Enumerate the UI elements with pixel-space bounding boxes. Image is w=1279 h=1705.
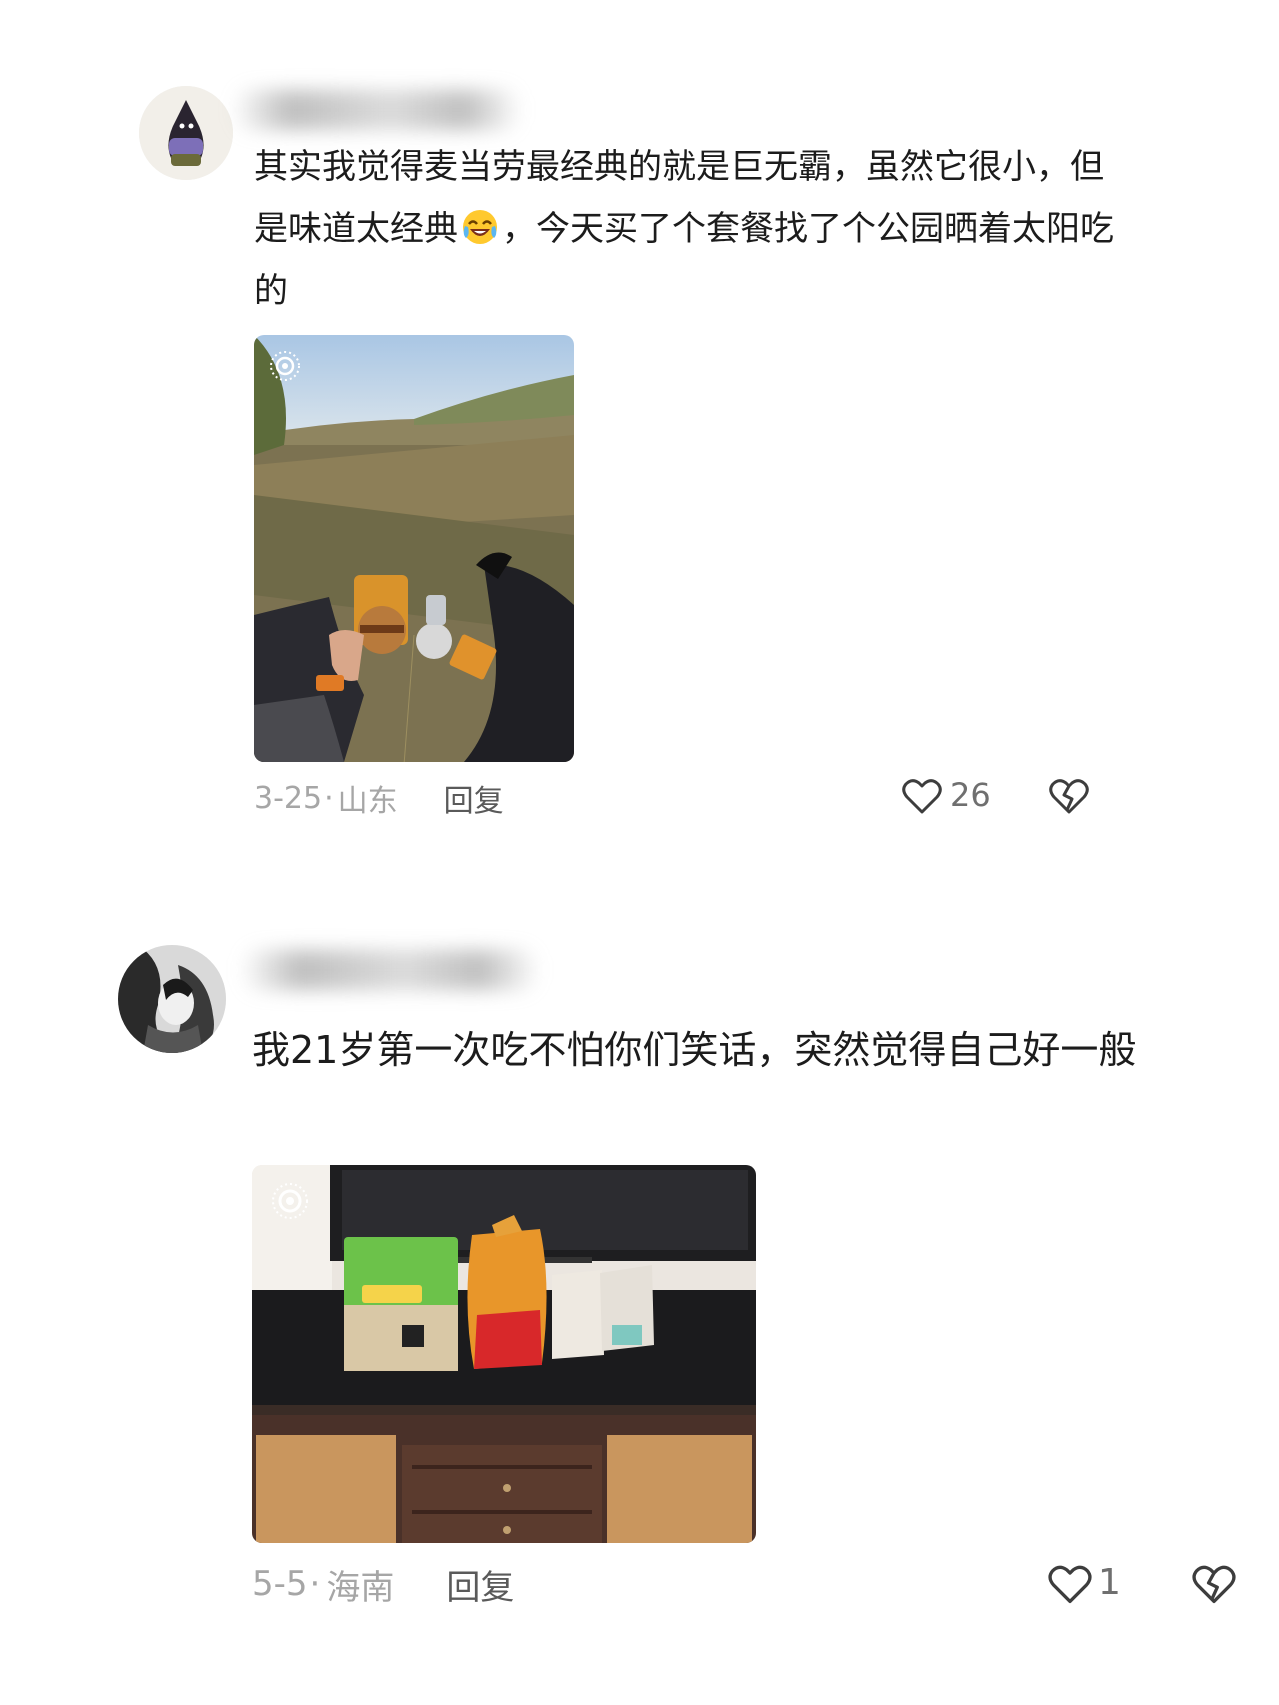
like-count: 1 [1098,1562,1121,1603]
avatar[interactable] [139,86,233,180]
heart-outline-icon [902,779,942,814]
comment-1: 其实我觉得麦当劳最经典的就是巨无霸，虽然它很小，但是味道太经典 ，今天买了个套餐找… [0,0,1279,819]
dislike-button[interactable] [1047,774,1091,818]
like-button[interactable] [1046,1560,1094,1608]
comment-meta: 3-25 · 山东 回复 [254,776,504,820]
comment-date: 3-25 [254,780,323,816]
comment-text: 我21岁第一次吃不怕你们笑话，突然觉得自己好一般 [252,1028,1137,1072]
username-blurred [232,90,522,130]
live-photo-icon [268,349,302,387]
comment-2: 我21岁第一次吃不怕你们笑话，突然觉得自己好一般 5-5 · 海南 回复 1 [0,900,1279,1608]
comment-location: 海南 [326,1567,395,1608]
heart-outline-icon [1048,1565,1092,1604]
meta-separator: · [309,1564,321,1604]
comment-location: 山东 [337,784,398,819]
avatar[interactable] [118,945,226,1053]
dislike-button[interactable] [1190,1560,1238,1608]
comment-meta: 5-5 · 海南 回复 [252,1560,514,1608]
broken-heart-outline-icon [1192,1565,1236,1604]
meta-separator: · [324,780,334,816]
comment-photo[interactable] [252,1165,756,1543]
comment-photo[interactable] [254,335,574,762]
broken-heart-outline-icon [1049,779,1089,814]
laugh-cry-emoji-icon [460,204,500,244]
comment-date: 5-5 [252,1564,308,1604]
live-photo-icon [270,1181,310,1225]
reply-button[interactable]: 回复 [446,1560,514,1609]
reply-button[interactable]: 回复 [444,776,504,820]
like-button[interactable] [900,774,944,818]
username-blurred [240,950,540,990]
comment-text: 其实我觉得麦当劳最经典的就是巨无霸，虽然它很小，但是味道太经典 ，今天买了个套餐找… [254,136,1114,322]
like-count: 26 [950,776,991,814]
